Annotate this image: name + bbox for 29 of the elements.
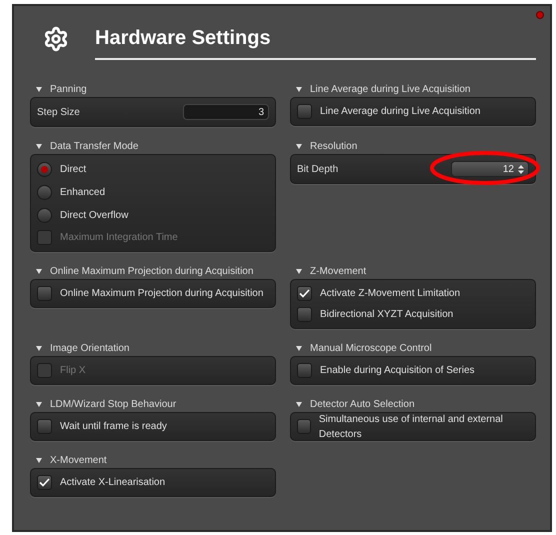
checkbox-option: Maximum Integration Time xyxy=(37,227,269,248)
group-title: LDM/Wizard Stop Behaviour xyxy=(50,398,176,412)
step-size-field[interactable]: 3 xyxy=(183,104,269,120)
group-title: X-Movement xyxy=(50,454,107,468)
bit-depth-spinbox[interactable]: 12 xyxy=(451,161,529,177)
field-label: Bit Depth xyxy=(297,162,338,176)
checkbox-option[interactable]: Online Maximum Projection during Acquisition xyxy=(37,283,269,304)
field-label: Step Size xyxy=(37,106,80,120)
checkbox-option[interactable]: Enable during Acquisition of Series xyxy=(297,360,529,381)
checkbox-option: Flip X xyxy=(37,360,269,381)
checkbox-option[interactable]: Simultaneous use of internal and external Detectors xyxy=(297,416,529,437)
window-title: Hardware Settings xyxy=(95,26,271,48)
checkbox-option[interactable]: Wait until frame is ready xyxy=(37,416,269,437)
group-title: Line Average during Live Acquisition xyxy=(310,82,470,96)
group-title: Z-Movement xyxy=(310,264,366,278)
group-title: Detector Auto Selection xyxy=(310,398,415,412)
group-title: Data Transfer Mode xyxy=(50,140,138,154)
checkbox-option[interactable]: Bidirectional XYZT Acquisition xyxy=(297,304,529,325)
checkbox-option[interactable]: Line Average during Live Acquisition xyxy=(297,101,529,122)
radio-option[interactable]: Direct xyxy=(37,158,269,181)
group-title: Online Maximum Projection during Acquisition xyxy=(50,264,254,278)
group-title: Resolution xyxy=(310,140,358,154)
checkbox-option[interactable]: Activate Z-Movement Limitation xyxy=(297,283,529,304)
radio-option[interactable]: Direct Overflow xyxy=(37,204,269,227)
group-title: Image Orientation xyxy=(50,342,130,356)
group-title: Manual Microscope Control xyxy=(310,342,432,356)
radio-option[interactable]: Enhanced xyxy=(37,181,269,204)
group-title: Panning xyxy=(50,82,87,96)
checkbox-option[interactable]: Activate X-Linearisation xyxy=(37,472,269,493)
